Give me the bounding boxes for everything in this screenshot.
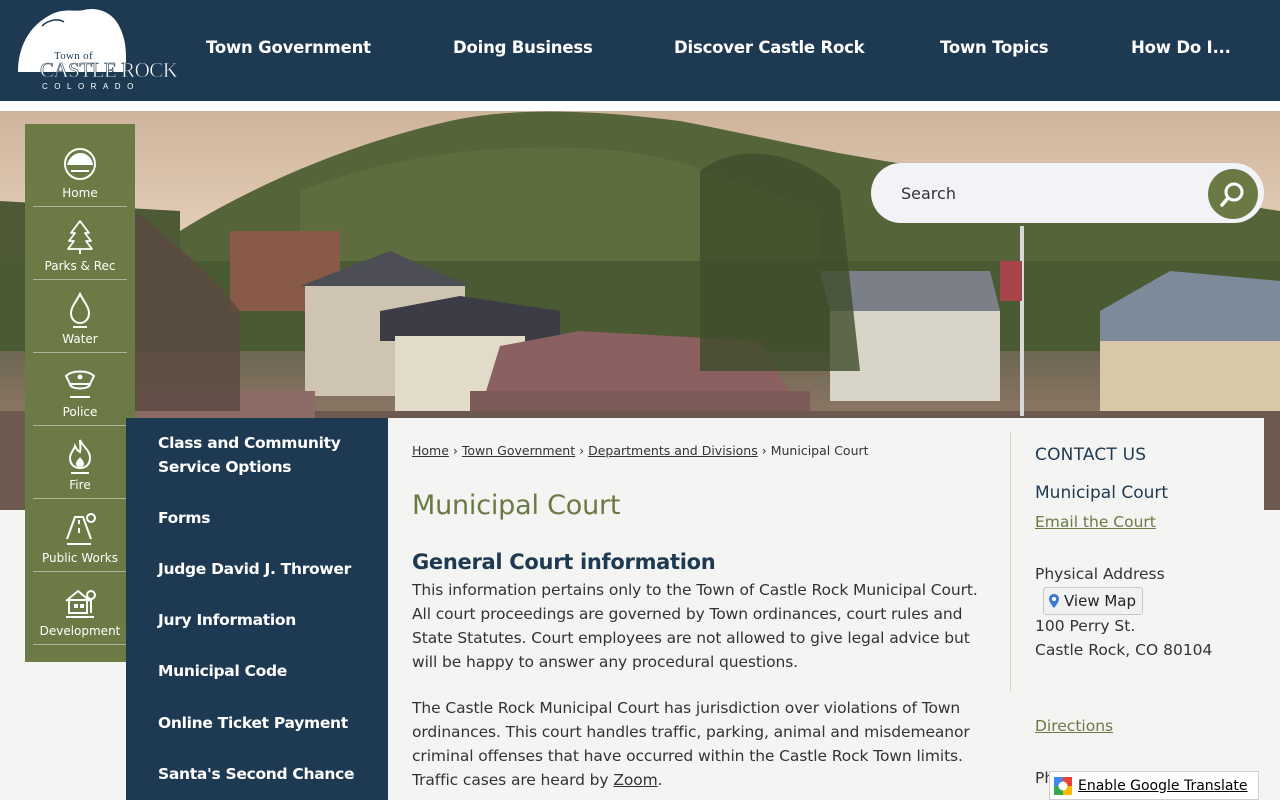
sidenav-item-municipal-code[interactable]: Municipal Code bbox=[158, 659, 378, 683]
police-hat-icon bbox=[62, 361, 98, 405]
quick-link-label: Police bbox=[62, 405, 98, 419]
search-bar bbox=[871, 163, 1264, 223]
quick-link-fire[interactable]: Fire bbox=[33, 426, 127, 499]
contact-heading: CONTACT US bbox=[1035, 445, 1147, 465]
quick-link-label: Water bbox=[62, 332, 98, 346]
breadcrumb-separator: › bbox=[761, 443, 767, 458]
quick-link-label: Parks & Rec bbox=[44, 259, 116, 273]
contact-name: Municipal Court bbox=[1035, 483, 1169, 503]
nav-doing-business[interactable]: Doing Business bbox=[453, 38, 593, 57]
header-divider bbox=[0, 101, 1280, 111]
water-drop-icon bbox=[67, 288, 93, 332]
email-court-link[interactable]: Email the Court bbox=[1035, 513, 1156, 531]
quick-link-police[interactable]: Police bbox=[33, 353, 127, 426]
address-label: Physical Address bbox=[1035, 565, 1165, 583]
breadcrumb-separator: › bbox=[452, 443, 458, 458]
jurisdiction-text: The Castle Rock Municipal Court has juri… bbox=[412, 699, 970, 789]
quick-links-panel: Home Parks & Rec Water Police Fire Publi… bbox=[25, 124, 135, 662]
street-address: 100 Perry St. bbox=[1035, 617, 1136, 635]
view-map-label: View Map bbox=[1064, 592, 1137, 610]
google-icon bbox=[1054, 776, 1072, 795]
quick-link-public-works[interactable]: Public Works bbox=[33, 499, 127, 572]
search-icon bbox=[1220, 182, 1244, 207]
nav-how-do-i[interactable]: How Do I... bbox=[1131, 38, 1231, 57]
search-input[interactable] bbox=[901, 181, 1191, 205]
jurisdiction-paragraph: The Castle Rock Municipal Court has juri… bbox=[412, 696, 997, 792]
nav-town-topics[interactable]: Town Topics bbox=[940, 38, 1049, 57]
quick-link-label: Fire bbox=[69, 478, 91, 492]
sidenav-item-santas-second-chance[interactable]: Santa's Second Chance bbox=[158, 762, 378, 786]
tree-icon bbox=[65, 215, 95, 259]
sidenav-item-class-community-service[interactable]: Class and Community Service Options bbox=[158, 431, 378, 479]
breadcrumb-town-government[interactable]: Town Government bbox=[462, 443, 575, 458]
nav-discover-castle-rock[interactable]: Discover Castle Rock bbox=[674, 38, 865, 57]
quick-link-label: Home bbox=[62, 186, 98, 200]
breadcrumb-current: Municipal Court bbox=[770, 443, 869, 458]
breadcrumb: Home › Town Government › Departments and… bbox=[412, 443, 869, 458]
zoom-link[interactable]: Zoom bbox=[613, 771, 657, 789]
breadcrumb-home[interactable]: Home bbox=[412, 443, 449, 458]
quick-link-development[interactable]: Development bbox=[33, 572, 127, 645]
site-header: Town of Castle Rock COLORADO Town Govern… bbox=[0, 0, 1280, 101]
castle-rock-logo[interactable]: Town of Castle Rock COLORADO bbox=[14, 6, 178, 96]
logo-state: COLORADO bbox=[42, 82, 140, 91]
quick-link-water[interactable]: Water bbox=[33, 280, 127, 353]
breadcrumb-departments[interactable]: Departments and Divisions bbox=[588, 443, 758, 458]
map-pin-icon bbox=[1049, 594, 1059, 608]
sidenav-item-online-ticket-payment[interactable]: Online Ticket Payment bbox=[158, 711, 378, 735]
sidenav-item-jury-information[interactable]: Jury Information bbox=[158, 608, 378, 632]
nav-town-government[interactable]: Town Government bbox=[206, 38, 371, 57]
road-icon bbox=[61, 507, 99, 551]
city-address: Castle Rock, CO 80104 bbox=[1035, 641, 1213, 659]
intro-paragraph: This information pertains only to the To… bbox=[412, 581, 978, 671]
jurisdiction-end: . bbox=[657, 771, 663, 789]
sidenav-item-forms[interactable]: Forms bbox=[158, 506, 378, 530]
sidenav-item-judge[interactable]: Judge David J. Thrower bbox=[158, 557, 378, 581]
view-map-button[interactable]: View Map bbox=[1043, 587, 1144, 615]
flame-icon bbox=[65, 434, 95, 478]
logo-name: Castle Rock bbox=[40, 58, 179, 83]
google-translate-button[interactable]: Enable Google Translate bbox=[1049, 771, 1259, 800]
directions-link[interactable]: Directions bbox=[1035, 717, 1113, 735]
quick-link-label: Public Works bbox=[42, 551, 118, 565]
section-title: General Court information bbox=[412, 550, 716, 574]
house-icon bbox=[62, 580, 98, 624]
quick-link-parks-rec[interactable]: Parks & Rec bbox=[33, 207, 127, 280]
side-navigation: Class and Community Service Options Form… bbox=[126, 418, 388, 800]
page-title: Municipal Court bbox=[412, 490, 621, 521]
translate-label: Enable Google Translate bbox=[1078, 777, 1248, 794]
castle-rock-icon bbox=[63, 142, 97, 186]
contact-divider bbox=[1010, 432, 1011, 692]
search-button[interactable] bbox=[1208, 169, 1258, 219]
breadcrumb-separator: › bbox=[579, 443, 585, 458]
quick-link-home[interactable]: Home bbox=[33, 134, 127, 207]
quick-link-label: Development bbox=[39, 624, 121, 638]
